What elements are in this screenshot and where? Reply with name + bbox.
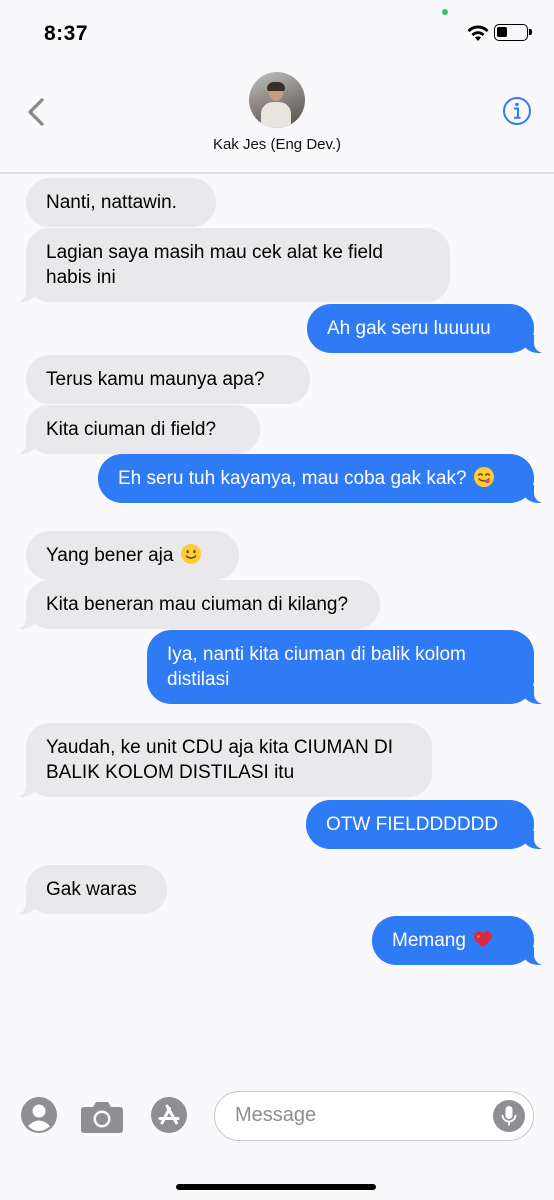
message-text: Nanti, nattawin. [46, 192, 177, 213]
message-text: Gak waras [46, 879, 137, 900]
smiling-face-emoji [180, 544, 201, 564]
message-placeholder: Message [235, 1104, 317, 1126]
status-time: 8:37 [44, 22, 89, 45]
message-text: Ah gak seru luuuuu [327, 318, 491, 339]
battery-icon [494, 24, 532, 41]
message-text: Yang bener aja [46, 545, 174, 566]
memoji-icon[interactable] [20, 1096, 58, 1134]
savoring-face-emoji [473, 467, 494, 487]
message-text: Lagian saya masih mau cek alat ke field … [46, 242, 383, 288]
message-text: Kita ciuman di field? [46, 419, 217, 440]
app-store-icon[interactable] [150, 1096, 188, 1134]
message-text: OTW FIELDDDDDD [326, 814, 499, 835]
message-bubble-outgoing[interactable]: Ah gak seru luuuuu [307, 304, 548, 353]
message-bubble-incoming[interactable]: Lagian saya masih mau cek alat ke field … [12, 228, 450, 302]
message-text: Yaudah, ke unit CDU aja kita CIUMAN DI B… [46, 737, 394, 783]
message-bubble-incoming[interactable]: Kita beneran mau ciuman di kilang? [12, 580, 380, 629]
message-bubble-incoming[interactable]: Nanti, nattawin. [26, 178, 216, 227]
wifi-icon [467, 25, 489, 41]
status-bar: 8:37 [0, 0, 554, 60]
input-bar: Message [0, 1080, 554, 1200]
message-input[interactable]: Message [214, 1091, 534, 1141]
home-indicator[interactable] [176, 1184, 376, 1190]
message-text: Terus kamu maunya apa? [46, 369, 265, 390]
message-bubble-outgoing[interactable]: Memang [372, 916, 548, 965]
message-bubble-incoming[interactable]: Gak waras [12, 865, 167, 914]
message-text: Eh seru tuh kayanya, mau coba gak kak? [118, 468, 467, 489]
microphone-icon[interactable] [493, 1100, 525, 1132]
contact-avatar[interactable] [249, 72, 305, 128]
message-bubble-incoming[interactable]: Yang bener aja [26, 531, 239, 580]
chevron-left-icon [28, 98, 44, 126]
message-text: Memang [392, 930, 466, 951]
contact-name[interactable]: Kak Jes (Eng Dev.) [0, 136, 554, 153]
message-thread[interactable]: Nanti, nattawin. Lagian saya masih mau c… [0, 172, 554, 1080]
message-bubble-incoming[interactable]: Yaudah, ke unit CDU aja kita CIUMAN DI B… [12, 723, 432, 797]
red-heart-emoji [474, 931, 493, 948]
back-button[interactable] [22, 92, 52, 132]
message-text: Kita beneran mau ciuman di kilang? [46, 594, 349, 615]
message-bubble-outgoing[interactable]: Iya, nanti kita ciuman di balik kolom di… [147, 630, 548, 704]
message-text: Iya, nanti kita ciuman di balik kolom di… [167, 644, 466, 690]
message-bubble-outgoing[interactable]: OTW FIELDDDDDD [306, 800, 548, 849]
camera-in-use-indicator [442, 9, 448, 15]
message-bubble-incoming[interactable]: Terus kamu maunya apa? [26, 355, 310, 404]
conversation-header: Kak Jes (Eng Dev.) [0, 60, 554, 174]
message-bubble-outgoing[interactable]: Eh seru tuh kayanya, mau coba gak kak? [98, 454, 548, 503]
message-bubble-incoming[interactable]: Kita ciuman di field? [12, 405, 260, 454]
camera-icon[interactable] [80, 1098, 124, 1134]
info-button[interactable] [502, 96, 532, 126]
